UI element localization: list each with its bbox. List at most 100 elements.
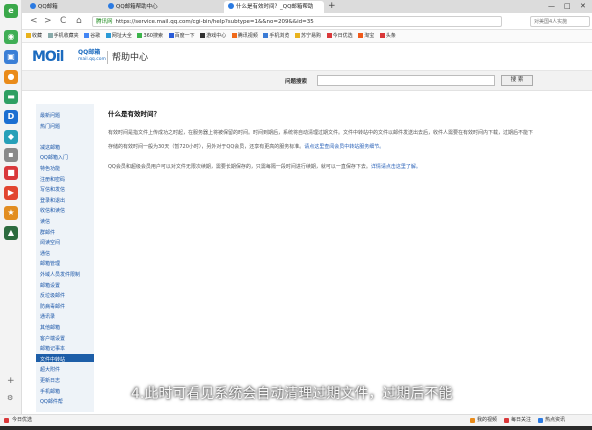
status-left-item[interactable]: 今日优选: [12, 415, 32, 426]
reload-button[interactable]: C: [60, 15, 66, 27]
sidebar-item[interactable]: 超大附件: [40, 366, 60, 373]
url-field[interactable]: 腾讯网 https://service.mail.qq.com/cgi-bin/h…: [92, 16, 502, 27]
app-icon-orange[interactable]: ●: [4, 70, 18, 84]
bookmark-item[interactable]: 360搜索: [137, 30, 163, 42]
bookmark-item[interactable]: 淘宝: [358, 30, 374, 42]
bookmark-item[interactable]: 谷歌: [84, 30, 100, 42]
app-icon-teal[interactable]: ◆: [4, 130, 18, 144]
maximize-button[interactable]: □: [564, 0, 571, 12]
close-window-button[interactable]: ✕: [580, 0, 586, 12]
sidebar-item[interactable]: QQ邮箱入门: [40, 154, 68, 161]
sidebar-item[interactable]: 通讯录: [40, 313, 55, 320]
sidebar-item[interactable]: 邮箱设置: [40, 282, 60, 289]
forward-button[interactable]: >: [44, 15, 52, 27]
security-label: 腾讯网: [96, 19, 113, 25]
sidebar-item[interactable]: 减这邮箱: [40, 144, 60, 151]
sidebar-item[interactable]: 防病毒邮件: [40, 303, 65, 310]
article-paragraph-2: 存储的有效时间一般为30天（暂720小时），另外对于QQ会员，还享有更高的服务标…: [108, 144, 385, 150]
baidu-icon: [168, 33, 174, 38]
app-icon-red2[interactable]: ▶: [4, 186, 18, 200]
sidebar-item[interactable]: 登录和退出: [40, 197, 65, 204]
page-section-title: 帮助中心: [112, 53, 149, 63]
tab-help-center[interactable]: QQ邮箱帮助中心: [104, 1, 222, 13]
deals-icon: [326, 33, 332, 38]
sidebar-item[interactable]: 最新问题: [40, 112, 60, 119]
tab-effective-time[interactable]: 什么是有效时间？_QQ邮箱帮助: [224, 1, 324, 13]
effective-time-tab-icon: [228, 3, 234, 9]
url-text: https://service.mail.qq.com/cgi-bin/help…: [115, 19, 314, 25]
sidebar-item[interactable]: 群邮件: [40, 229, 55, 236]
sidebar-item[interactable]: 注册和密码: [40, 176, 65, 183]
sidebar-item[interactable]: 收信和读信: [40, 207, 65, 214]
learn-more-link[interactable]: 详情请点击这里了解。: [371, 164, 421, 170]
bookmark-item[interactable]: 苏宁易购: [295, 30, 321, 42]
sidebar-item[interactable]: 邮箱记事本: [40, 345, 65, 352]
video-status-icon: [470, 418, 475, 423]
status-item-video[interactable]: 我的视频: [477, 415, 497, 426]
news-status-icon: [538, 418, 543, 423]
bookmark-item[interactable]: 手机浏览: [263, 30, 289, 42]
qq-mail-logo[interactable]: MOil: [32, 49, 64, 65]
settings-icon[interactable]: ⚙: [7, 394, 13, 402]
sidebar-item[interactable]: 写信和发信: [40, 186, 65, 193]
app-icon-blue2[interactable]: D: [4, 110, 18, 124]
sidebar-item[interactable]: 客户端设置: [40, 335, 65, 342]
bookmark-item[interactable]: 手机收藏夹: [47, 30, 79, 42]
bookmarks-bar: 收藏 手机收藏夹 谷歌 网址大全 360搜索 百度一下 游戏中心 腾讯视频 手机…: [22, 30, 592, 43]
app-icon-green[interactable]: ◉: [4, 30, 18, 44]
add-app-icon[interactable]: +: [7, 376, 15, 386]
article-paragraph-3: QQ会员和超级会员用户可以对文件无限次续期，需要长期保存的，只需每隔一段时间进行…: [108, 164, 421, 170]
status-item-news[interactable]: 热点资讯: [545, 415, 565, 426]
app-icon-gray[interactable]: ▪: [4, 148, 18, 162]
sidebar-item[interactable]: 文件中转站: [40, 356, 65, 363]
help-search-bar: 问题搜索 搜 索: [22, 71, 592, 91]
logo-subtitle: QQ邮箱: [78, 49, 101, 56]
tab-bar: QQ邮箱 QQ邮箱帮助中心 什么是有效时间？_QQ邮箱帮助 + — □ ✕: [22, 0, 592, 13]
app-icon-blue[interactable]: ▣: [4, 50, 18, 64]
mobile-icon: [47, 33, 53, 38]
browser-e-icon[interactable]: e: [4, 4, 18, 18]
sidebar-item[interactable]: 其他邮箱: [40, 324, 60, 331]
site-header: MOil QQ邮箱 mail.qq.com 帮助中心: [22, 43, 592, 71]
sidebar-item[interactable]: 更新日志: [40, 377, 60, 384]
sidebar-item[interactable]: 手机邮箱: [40, 388, 60, 395]
left-app-bar: e ◉ ▣ ● ▬ D ◆ ▪ ■ ▶ ★ ▲ + ⚙: [0, 0, 22, 430]
sidebar-item[interactable]: 热门问题: [40, 123, 60, 130]
star-icon: [26, 33, 31, 38]
back-button[interactable]: <: [30, 15, 38, 27]
app-icon-green2[interactable]: ▬: [4, 90, 18, 104]
vip-detail-link[interactable]: 请点这里查阅会员中转站服务细节。: [304, 144, 384, 150]
app-icon-red[interactable]: ■: [4, 166, 18, 180]
sidebar-item[interactable]: 邮箱管理: [40, 260, 60, 267]
sidebar-item[interactable]: QQ邮件帮: [40, 398, 63, 405]
follow-status-icon: [504, 418, 509, 423]
sidebar-item[interactable]: 外域人员发件限制: [40, 271, 80, 278]
sidebar-item[interactable]: 特色功能: [40, 165, 60, 172]
home-button[interactable]: ⌂: [76, 15, 82, 27]
bookmark-item[interactable]: 游戏中心: [200, 30, 226, 42]
bookmark-item[interactable]: 头条: [379, 30, 396, 42]
new-tab-button[interactable]: +: [328, 0, 336, 12]
tab-qq-mail[interactable]: QQ邮箱: [26, 1, 102, 13]
status-item-follow[interactable]: 每日关注: [511, 415, 531, 426]
help-search-label: 问题搜索: [285, 79, 308, 85]
help-tab-icon: [108, 3, 114, 9]
bookmark-item[interactable]: 腾讯视频: [231, 30, 258, 42]
bookmark-item[interactable]: 百度一下: [168, 30, 195, 42]
sidebar-item[interactable]: 通信: [40, 250, 50, 257]
app-icon-darkgreen[interactable]: ▲: [4, 226, 18, 240]
360-icon: [137, 33, 143, 38]
bookmark-item[interactable]: 今日优选: [326, 30, 353, 42]
app-icon-orange2[interactable]: ★: [4, 206, 18, 220]
bookmark-item[interactable]: 网址大全: [105, 30, 132, 42]
help-search-button[interactable]: 搜 索: [501, 75, 533, 86]
status-bar: 今日优选 我的视频 每日关注 热点资讯: [0, 414, 592, 426]
sidebar-item[interactable]: 反垃圾邮件: [40, 292, 65, 299]
bookmark-item[interactable]: 收藏: [26, 30, 42, 42]
sidebar-item[interactable]: 读信: [40, 218, 50, 225]
help-search-input[interactable]: [317, 75, 495, 86]
sidebar-item[interactable]: 阅读空间: [40, 239, 60, 246]
browser-search-field[interactable]: 对美国4人实施: [530, 16, 590, 27]
logo-domain: mail.qq.com: [78, 57, 106, 62]
minimize-button[interactable]: —: [548, 0, 555, 12]
